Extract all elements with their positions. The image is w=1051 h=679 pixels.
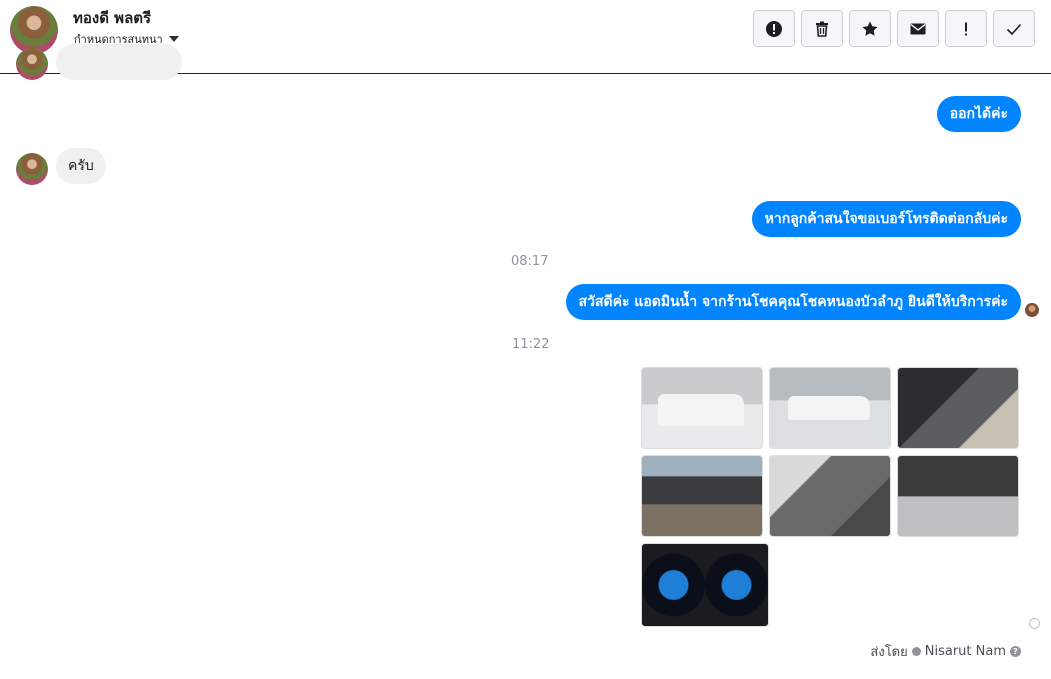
image-attachment[interactable] (897, 367, 1019, 449)
message-bubble-outgoing[interactable]: สวัสดีค่ะ แอดมินน้ำ จากร้านโชคคุณโชคหนอง… (565, 284, 1021, 320)
image-attachment[interactable] (641, 455, 763, 537)
customer-avatar (16, 153, 48, 185)
sender-name-link[interactable]: Nisarut Nam (925, 644, 1006, 659)
follow-up-button[interactable] (945, 10, 987, 47)
mark-done-button[interactable] (993, 10, 1035, 47)
image-attachment[interactable] (641, 367, 763, 449)
timestamp: 08:17 (511, 254, 549, 269)
mark-unread-button[interactable] (897, 10, 939, 47)
star-button[interactable] (849, 10, 891, 47)
check-icon (1006, 23, 1022, 35)
caret-down-icon (168, 36, 179, 42)
contact-name[interactable]: ทองดี พลตรี (73, 6, 151, 30)
image-attachment[interactable] (897, 455, 1019, 537)
exclamation-icon (965, 22, 967, 35)
contact-avatar[interactable] (10, 6, 58, 54)
alert-circle-icon (766, 20, 782, 37)
read-receipt-avatar (1025, 303, 1039, 317)
image-attachment[interactable] (769, 367, 891, 449)
delete-button[interactable] (801, 10, 843, 47)
message-bubble-outgoing[interactable]: หากลูกค้าสนใจขอเบอร์โทรติดต่อกลับค่ะ (751, 201, 1021, 237)
sent-by-label: ส่งโดย (870, 645, 908, 660)
mark-spam-button[interactable] (753, 10, 795, 47)
verified-icon (911, 647, 921, 656)
image-attachment[interactable] (641, 543, 769, 627)
sent-by-info: ส่งโดย Nisarut Nam ? (870, 641, 1021, 662)
message-bubble-incoming[interactable]: ครับ (56, 148, 106, 184)
message-thread[interactable]: ออกได้ค่ะ ครับ หากลูกค้าสนใจขอเบอร์โทรติ… (0, 44, 1051, 679)
message-bubble-incoming-partial[interactable] (56, 44, 182, 80)
image-attachment[interactable] (769, 455, 891, 537)
message-bubble-outgoing[interactable]: ออกได้ค่ะ (936, 96, 1021, 132)
star-icon (862, 21, 878, 36)
sent-status-icon (1029, 618, 1040, 629)
envelope-icon (910, 23, 926, 34)
toolbar (753, 10, 1035, 47)
timestamp: 11:22 (512, 337, 550, 352)
customer-avatar (16, 48, 48, 80)
help-icon[interactable]: ? (1010, 646, 1021, 657)
trash-icon (816, 21, 828, 37)
